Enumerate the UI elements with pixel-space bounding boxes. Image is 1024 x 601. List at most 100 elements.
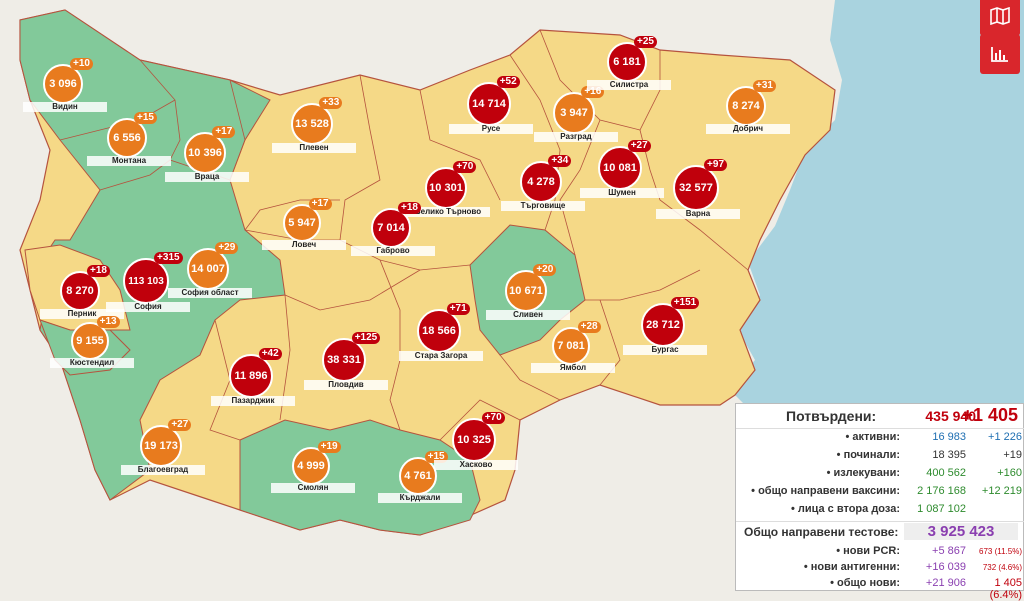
confirmed-new: +1 405	[962, 405, 1018, 425]
region-delta: +25	[634, 36, 657, 48]
region-value[interactable]: 113 103	[123, 258, 169, 304]
stat-label: • общо направени ваксини:	[751, 485, 900, 497]
region-name: Варна	[656, 209, 740, 219]
region-value[interactable]: 8 270	[60, 271, 100, 311]
region-name: София област	[168, 288, 252, 298]
region-value[interactable]: 10 396	[184, 132, 226, 174]
region-value[interactable]: 10 301	[425, 167, 467, 209]
region-delta: +17	[308, 198, 332, 210]
confirmed-row: Потвърдени: 435 940 +1 405	[736, 404, 1024, 429]
region-delta: +27	[627, 140, 651, 152]
stat-label: • активни:	[845, 431, 900, 443]
region-name: София	[106, 302, 190, 312]
region-delta: +10	[70, 58, 93, 70]
region-delta: +42	[258, 348, 282, 360]
region-value[interactable]: 3 947	[553, 92, 595, 134]
test-label: • нови PCR:	[836, 545, 900, 557]
region-delta: +315	[154, 252, 183, 264]
region-value[interactable]: 4 278	[520, 161, 562, 203]
confirmed-label: Потвърдени:	[786, 408, 877, 424]
region-name: Добрич	[706, 124, 790, 134]
region-value[interactable]: 32 577	[673, 165, 719, 211]
test-label: • нови антигенни:	[803, 561, 900, 573]
region-value[interactable]: 7 014	[371, 208, 411, 248]
region-value[interactable]: 38 331	[322, 338, 366, 382]
region-delta: +19	[317, 441, 341, 453]
test-label: • общо нови:	[830, 577, 900, 589]
region-delta: +97	[704, 159, 728, 171]
region-delta: +151	[670, 297, 700, 309]
region-value[interactable]: 14 007	[187, 248, 229, 290]
tests-label: Общо направени тестове:	[744, 525, 899, 539]
region-delta: +13	[96, 316, 120, 328]
region-delta: +70	[453, 161, 477, 173]
region-delta: +52	[496, 76, 520, 88]
region-name: Шумен	[580, 188, 664, 198]
region-value[interactable]: 10 325	[452, 418, 496, 462]
stat-label: • излекувани:	[826, 467, 900, 479]
region-name: Монтана	[87, 156, 171, 166]
region-value[interactable]: 6 181	[607, 42, 647, 82]
test-positive: 673 (11.5%)	[979, 547, 1022, 556]
region-name: Сливен	[486, 310, 570, 320]
region-value[interactable]: 10 671	[505, 270, 547, 312]
chart-icon	[991, 47, 1008, 62]
region-value[interactable]: 8 274	[726, 86, 766, 126]
region-name: Видин	[23, 102, 107, 112]
map-view-button[interactable]	[980, 0, 1020, 36]
region-name: Смолян	[271, 483, 355, 493]
region-name: Хасково	[434, 460, 518, 470]
region-value[interactable]: 13 528	[291, 103, 333, 145]
region-value[interactable]: 14 714	[467, 82, 511, 126]
region-name: Пазарджик	[211, 396, 295, 406]
tests-value: 3 925 423	[904, 523, 1018, 540]
stat-delta: +12 219	[981, 485, 1022, 497]
region-name: Стара Загора	[399, 351, 483, 361]
chart-view-button[interactable]	[980, 34, 1020, 74]
region-value[interactable]: 6 556	[107, 118, 147, 158]
stat-delta: +19	[1003, 449, 1022, 461]
test-value: +16 039	[925, 561, 966, 573]
region-delta: +33	[319, 97, 343, 109]
region-value[interactable]: 19 173	[140, 425, 182, 467]
region-name: Габрово	[351, 246, 435, 256]
region-delta: +17	[212, 126, 236, 138]
map-icon	[990, 7, 1010, 25]
stats-panel: Потвърдени: 435 940 +1 405 • активни: 16 …	[735, 403, 1024, 601]
region-value[interactable]: 28 712	[641, 303, 685, 347]
test-positive: 732 (4.6%)	[982, 563, 1022, 572]
region-delta: +31	[753, 80, 776, 92]
stat-row: • активни: 16 983 +1 226	[736, 429, 1024, 447]
region-value[interactable]: 3 096	[43, 64, 83, 104]
region-name: Разград	[534, 132, 618, 142]
region-value[interactable]: 11 896	[229, 354, 273, 398]
region-delta: +71	[446, 303, 470, 315]
region-name: Кърджали	[378, 493, 462, 503]
region-name: Търговище	[501, 201, 585, 211]
test-row: • общо нови: +21 906 1 405 (6.4%)	[736, 575, 1024, 601]
region-delta: +20	[533, 264, 557, 276]
test-value: +21 906	[925, 577, 966, 589]
region-name: Пловдив	[304, 380, 388, 390]
region-delta: +15	[134, 112, 157, 124]
stat-delta: +1 226	[988, 431, 1022, 443]
stat-label: • починали:	[836, 449, 900, 461]
region-name: Ловеч	[262, 240, 346, 250]
region-delta: +29	[215, 242, 239, 254]
stat-value: 1 087 102	[917, 503, 966, 515]
region-delta: +18	[398, 202, 421, 214]
region-name: Русе	[449, 124, 533, 134]
region-value[interactable]: 18 566	[417, 309, 461, 353]
region-name: Благоевград	[121, 465, 205, 475]
test-positive: 1 405 (6.4%)	[989, 577, 1022, 601]
region-name: Ямбол	[531, 363, 615, 373]
stat-row: • лица с втора доза: 1 087 102	[736, 501, 1024, 519]
stat-value: 400 562	[926, 467, 966, 479]
region-name: Плевен	[272, 143, 356, 153]
stat-label: • лица с втора доза:	[790, 503, 900, 515]
stat-value: 16 983	[932, 431, 966, 443]
stat-value: 2 176 168	[917, 485, 966, 497]
stat-row: • починали: 18 395 +19	[736, 447, 1024, 465]
region-name: Силистра	[587, 80, 671, 90]
region-value[interactable]: 10 081	[598, 146, 642, 190]
